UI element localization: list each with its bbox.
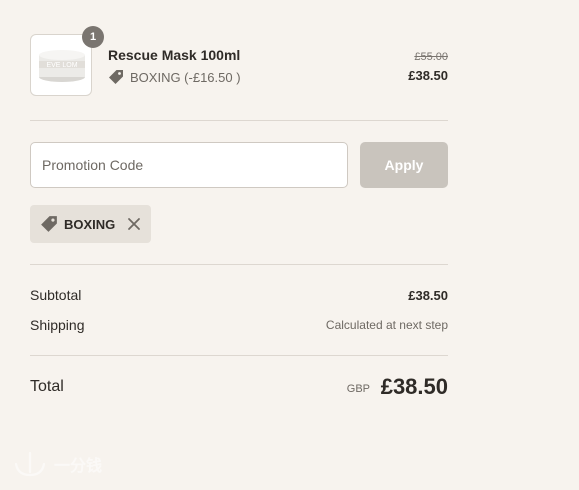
divider	[30, 120, 448, 121]
quantity-badge: 1	[82, 26, 104, 48]
watermark: 一分钱	[12, 450, 102, 478]
close-icon[interactable]	[127, 217, 141, 231]
total-label: Total	[30, 378, 64, 395]
product-thumbnail: EVE LOM 1	[30, 26, 104, 96]
subtotal-label: Subtotal	[30, 287, 82, 303]
tag-icon	[108, 69, 124, 85]
shipping-value: Calculated at next step	[325, 318, 448, 332]
total-amount: £38.50	[380, 374, 448, 399]
order-summary: EVE LOM 1 Rescue Mask 100ml BOXING (-£16…	[30, 0, 448, 490]
applied-code-label: BOXING	[64, 216, 116, 232]
product-brand-text: EVE LOM	[46, 62, 77, 69]
watermark-text: 一分钱	[54, 458, 103, 475]
divider	[30, 264, 448, 265]
line-item: EVE LOM 1 Rescue Mask 100ml BOXING (-£16…	[30, 26, 448, 98]
line-discount-text: BOXING (-£16.50 )	[130, 69, 241, 85]
subtotal-value: £38.50	[408, 288, 448, 303]
original-price: £55.00	[414, 51, 448, 63]
applied-discount-chip: BOXING	[30, 205, 152, 243]
divider	[30, 355, 448, 356]
apply-button[interactable]: Apply	[360, 142, 448, 188]
shipping-label: Shipping	[30, 317, 85, 333]
total-currency: GBP	[346, 383, 370, 395]
anchor-icon	[12, 450, 48, 478]
line-discount: BOXING (-£16.50 )	[108, 69, 241, 85]
product-name: Rescue Mask 100ml	[108, 47, 241, 63]
product-jar-image: EVE LOM	[39, 50, 85, 82]
discounted-price: £38.50	[408, 68, 448, 83]
promotion-code-input[interactable]	[30, 142, 348, 188]
tag-icon	[40, 215, 58, 233]
